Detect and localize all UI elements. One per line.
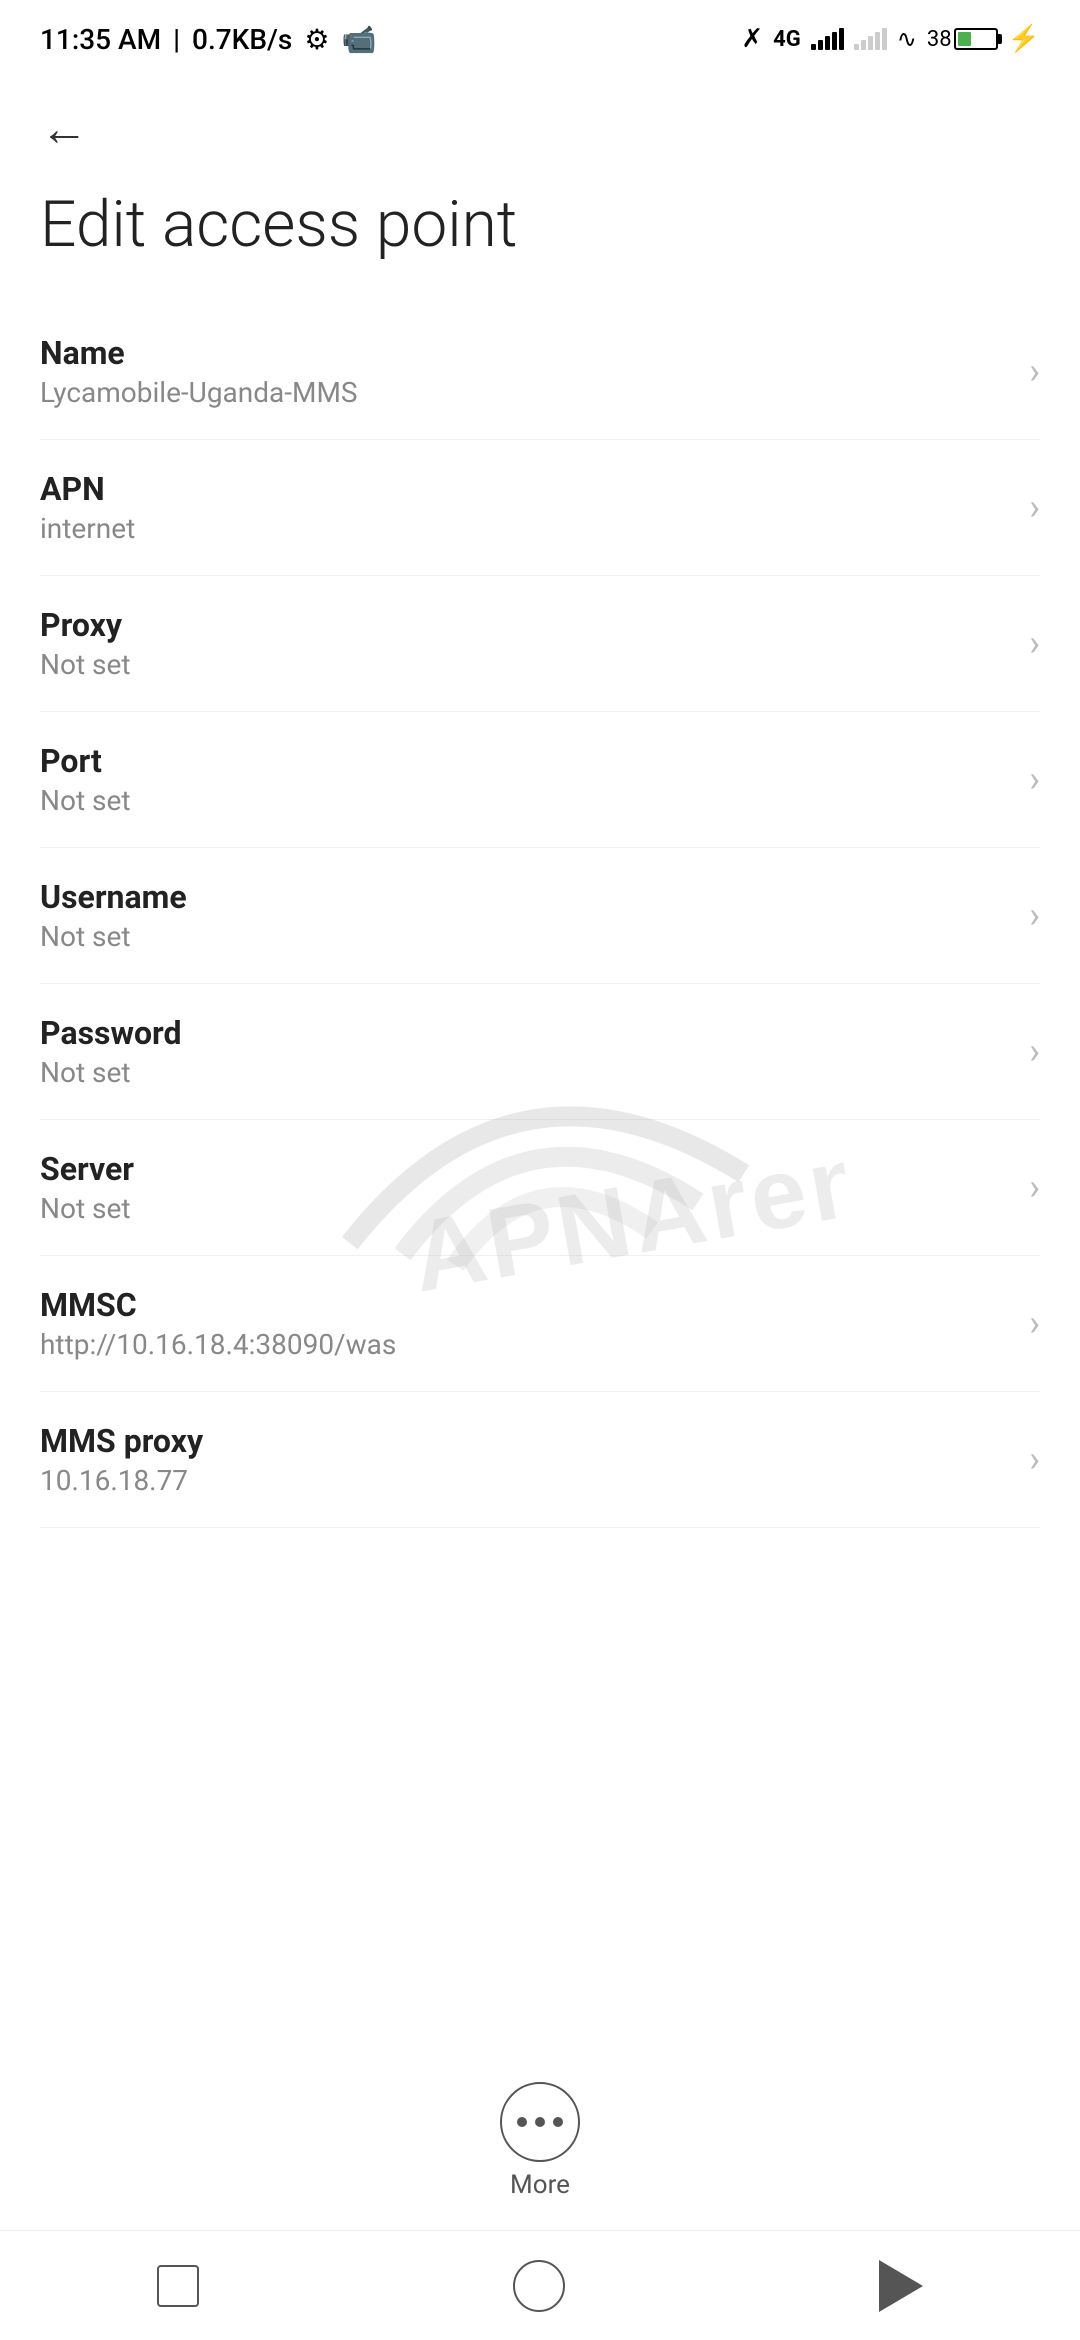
dot-1	[517, 2117, 527, 2127]
settings-item-mms-proxy-label: MMS proxy	[40, 1422, 1009, 1460]
settings-item-mms-proxy[interactable]: MMS proxy 10.16.18.77 ›	[40, 1392, 1040, 1528]
settings-item-mmsc-label: MMSC	[40, 1286, 1009, 1324]
settings-item-apn[interactable]: APN internet ›	[40, 440, 1040, 576]
settings-item-username-label: Username	[40, 878, 1009, 916]
settings-item-proxy[interactable]: Proxy Not set ›	[40, 576, 1040, 712]
battery-box	[954, 28, 998, 50]
chevron-icon-server: ›	[1029, 1166, 1040, 1208]
settings-item-port[interactable]: Port Not set ›	[40, 712, 1040, 848]
nav-bar	[0, 2230, 1080, 2340]
back-arrow-icon: ←	[40, 100, 88, 157]
wifi-icon: ∿	[897, 25, 917, 53]
settings-item-name-content: Name Lycamobile-Uganda-MMS	[40, 334, 1009, 409]
settings-item-username-value: Not set	[40, 920, 1009, 953]
settings-icon: ⚙	[304, 23, 329, 56]
dots-container	[517, 2117, 563, 2127]
network-4g: 4G	[773, 27, 801, 52]
chevron-icon-mms-proxy: ›	[1029, 1438, 1040, 1480]
settings-item-mms-proxy-content: MMS proxy 10.16.18.77	[40, 1422, 1009, 1497]
chevron-icon-proxy: ›	[1029, 622, 1040, 664]
settings-item-apn-label: APN	[40, 470, 1009, 508]
more-dots-icon	[500, 2082, 580, 2162]
settings-item-port-content: Port Not set	[40, 742, 1009, 817]
settings-item-server-value: Not set	[40, 1192, 1009, 1225]
settings-item-server[interactable]: Server Not set ›	[40, 1120, 1040, 1256]
back-button[interactable]: ←	[0, 70, 1080, 167]
chevron-icon-name: ›	[1029, 350, 1040, 392]
status-right: ✗ 4G ∿ 38 ⚡	[741, 24, 1040, 54]
settings-item-password[interactable]: Password Not set ›	[40, 984, 1040, 1120]
settings-item-proxy-content: Proxy Not set	[40, 606, 1009, 681]
chevron-icon-password: ›	[1029, 1030, 1040, 1072]
data-speed: 0.7KB/s	[192, 23, 292, 56]
time-label: 11:35 AM	[40, 23, 161, 56]
settings-list: Name Lycamobile-Uganda-MMS › APN interne…	[0, 304, 1080, 1528]
settings-item-name[interactable]: Name Lycamobile-Uganda-MMS ›	[40, 304, 1040, 440]
signal-bars-2	[854, 28, 887, 50]
charging-icon: ⚡	[1008, 24, 1040, 54]
dot-3	[553, 2117, 563, 2127]
video-icon: 📹	[341, 23, 376, 56]
settings-item-password-content: Password Not set	[40, 1014, 1009, 1089]
nav-square-icon	[157, 2265, 199, 2307]
settings-item-server-label: Server	[40, 1150, 1009, 1188]
settings-item-proxy-label: Proxy	[40, 606, 1009, 644]
nav-circle-icon	[513, 2260, 565, 2312]
settings-item-password-label: Password	[40, 1014, 1009, 1052]
dot-2	[535, 2117, 545, 2127]
chevron-icon-port: ›	[1029, 758, 1040, 800]
settings-item-port-label: Port	[40, 742, 1009, 780]
settings-item-proxy-value: Not set	[40, 648, 1009, 681]
settings-item-password-value: Not set	[40, 1056, 1009, 1089]
settings-item-mmsc[interactable]: MMSC http://10.16.18.4:38090/was ›	[40, 1256, 1040, 1392]
battery-indicator: 38	[927, 27, 998, 52]
battery-fill	[958, 32, 972, 46]
more-button[interactable]: More	[500, 2082, 580, 2200]
status-left: 11:35 AM | 0.7KB/s ⚙ 📹	[40, 23, 376, 56]
settings-item-mms-proxy-value: 10.16.18.77	[40, 1464, 1009, 1497]
settings-item-name-value: Lycamobile-Uganda-MMS	[40, 376, 1009, 409]
settings-item-apn-content: APN internet	[40, 470, 1009, 545]
settings-item-mmsc-value: http://10.16.18.4:38090/was	[40, 1328, 1009, 1361]
settings-item-apn-value: internet	[40, 512, 1009, 545]
settings-item-port-value: Not set	[40, 784, 1009, 817]
more-label: More	[510, 2170, 570, 2200]
settings-item-server-content: Server Not set	[40, 1150, 1009, 1225]
settings-item-name-label: Name	[40, 334, 1009, 372]
status-bar: 11:35 AM | 0.7KB/s ⚙ 📹 ✗ 4G ∿ 38	[0, 0, 1080, 70]
separator: |	[173, 23, 180, 56]
chevron-icon-mmsc: ›	[1029, 1302, 1040, 1344]
nav-back-button[interactable]	[879, 2260, 923, 2312]
nav-home-button[interactable]	[513, 2260, 565, 2312]
signal-bars-1	[811, 28, 844, 50]
chevron-icon-apn: ›	[1029, 486, 1040, 528]
settings-item-username[interactable]: Username Not set ›	[40, 848, 1040, 984]
nav-triangle-icon	[879, 2260, 923, 2312]
nav-recents-button[interactable]	[157, 2265, 199, 2307]
chevron-icon-username: ›	[1029, 894, 1040, 936]
bluetooth-icon: ✗	[741, 24, 763, 54]
battery-percent-label: 38	[927, 27, 952, 52]
page-title: Edit access point	[0, 167, 1080, 304]
settings-item-username-content: Username Not set	[40, 878, 1009, 953]
settings-item-mmsc-content: MMSC http://10.16.18.4:38090/was	[40, 1286, 1009, 1361]
